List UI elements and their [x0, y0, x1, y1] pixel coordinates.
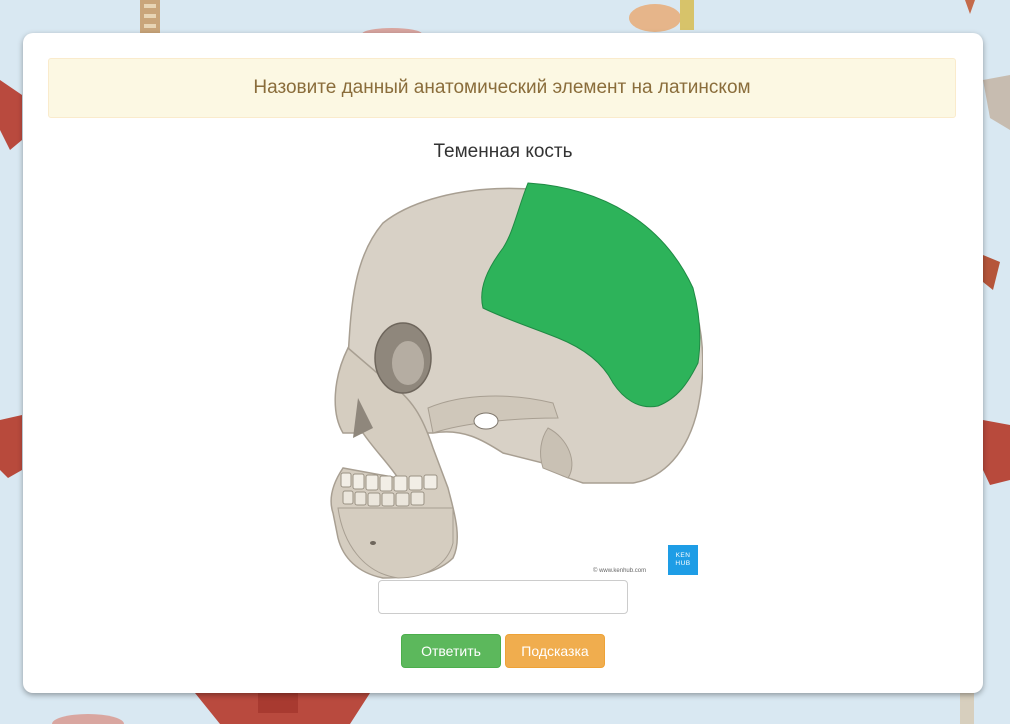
lower-teeth — [342, 490, 425, 507]
organ-bottom-decoration — [258, 693, 298, 713]
heart-decoration — [0, 415, 22, 478]
prompt-banner: Назовите данный анатомический элемент на… — [48, 58, 956, 118]
mental-foramen — [370, 541, 376, 545]
external-acoustic-meatus — [473, 412, 499, 430]
brain-bottom-decoration — [52, 714, 124, 724]
prompt-text: Назовите данный анатомический элемент на… — [253, 77, 751, 98]
pelvis-decoration — [195, 693, 370, 724]
answer-input[interactable] — [378, 580, 628, 614]
muscle-decoration — [965, 0, 975, 14]
skull-image — [330, 182, 704, 579]
arm-decoration — [0, 80, 22, 150]
quiz-card: Назовите данный анатомический элемент на… — [23, 33, 983, 693]
copyright-text: © www.kenhub.com — [593, 568, 647, 574]
answer-button[interactable]: Ответить — [401, 634, 501, 668]
spine-right-decoration — [960, 693, 974, 724]
mandible — [337, 507, 454, 579]
spine-decoration — [140, 0, 160, 34]
term-label: Теменная кость — [433, 141, 573, 162]
organ-decoration — [629, 0, 694, 32]
hint-button[interactable]: Подсказка — [505, 634, 605, 668]
shoulder-decoration — [983, 75, 1010, 130]
heart-right-decoration — [983, 420, 1010, 485]
kenhub-logo: KEN HUB — [668, 545, 698, 575]
muscle-right-decoration — [983, 255, 1000, 290]
skull-illustration: KEN HUB © www.kenhub.com — [303, 178, 704, 583]
